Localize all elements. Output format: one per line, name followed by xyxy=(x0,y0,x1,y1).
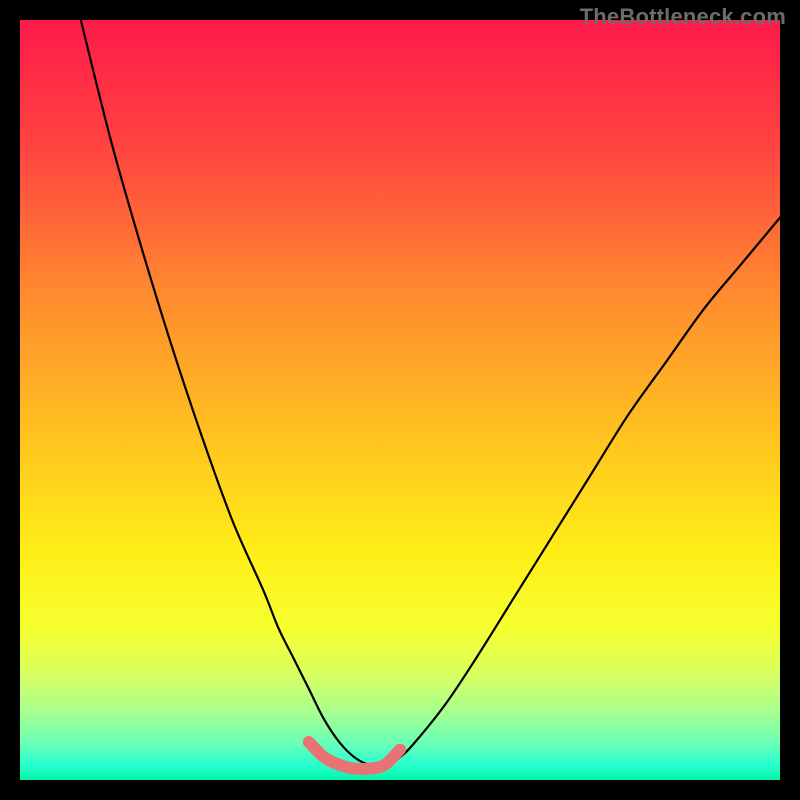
gradient-panel xyxy=(20,20,780,780)
chart-frame xyxy=(10,10,790,790)
watermark-text: TheBottleneck.com xyxy=(580,4,786,30)
bottleneck-chart xyxy=(20,20,780,780)
